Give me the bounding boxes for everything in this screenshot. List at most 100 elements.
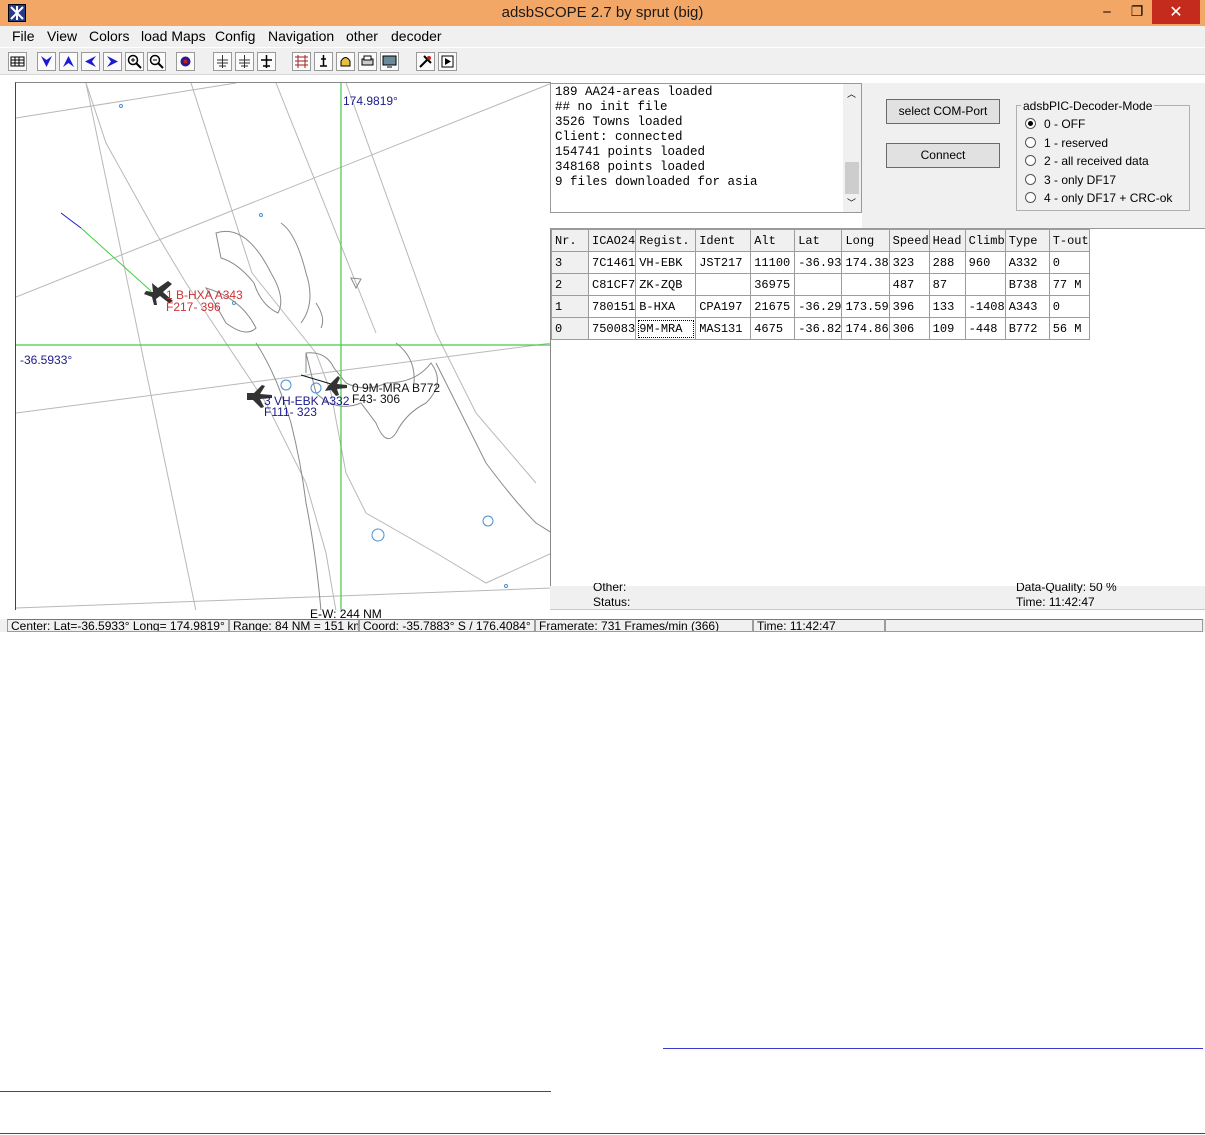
radio-selected-icon[interactable] <box>1025 118 1036 130</box>
cell[interactable]: VH-EBK <box>635 251 697 274</box>
cell[interactable]: 0 <box>1048 295 1090 318</box>
cell[interactable]: 173.59 <box>841 295 890 318</box>
col-head[interactable]: Head <box>928 229 966 252</box>
cell[interactable]: CPA197 <box>695 295 752 318</box>
col-ident[interactable]: Ident <box>695 229 752 252</box>
aircraft-filter-2-icon[interactable] <box>235 52 254 71</box>
menu-file[interactable]: File <box>12 28 35 44</box>
select-com-port-button[interactable]: select COM-Port <box>886 99 1000 124</box>
cell[interactable] <box>695 273 752 296</box>
cell[interactable]: A343 <box>1004 295 1050 318</box>
table-icon[interactable] <box>8 52 27 71</box>
radio-icon[interactable] <box>1025 155 1036 167</box>
col-alt[interactable]: Alt <box>750 229 796 252</box>
cell[interactable] <box>964 273 1006 296</box>
col-tout[interactable]: T-out <box>1048 229 1090 252</box>
cell[interactable]: ZK-ZQB <box>635 273 697 296</box>
col-speed[interactable]: Speed <box>888 229 930 252</box>
menu-navigation[interactable]: Navigation <box>268 28 334 44</box>
col-climb[interactable]: Climb <box>964 229 1006 252</box>
cell[interactable]: B-HXA <box>635 295 697 318</box>
screen-icon[interactable] <box>380 52 399 71</box>
cell[interactable]: 0 <box>1048 251 1090 274</box>
col-regist[interactable]: Regist. <box>635 229 697 252</box>
col-type[interactable]: Type <box>1004 229 1050 252</box>
mode-option-1[interactable]: 1 - reserved <box>1025 136 1108 150</box>
log-output[interactable]: 189 AA24-areas loaded ## no init file 35… <box>550 83 862 213</box>
zoom-in-icon[interactable] <box>125 52 144 71</box>
cell-selected[interactable]: 9M-MRA <box>635 317 697 340</box>
bell-icon[interactable] <box>336 52 355 71</box>
cell[interactable]: C81CF7 <box>587 273 637 296</box>
cell[interactable]: -448 <box>964 317 1006 340</box>
cell[interactable]: 306 <box>888 317 930 340</box>
radio-icon[interactable] <box>1025 192 1036 204</box>
cell[interactable]: 87 <box>928 273 966 296</box>
table-row[interactable]: 1 780151 B-HXA CPA197 21675 -36.29 173.5… <box>551 295 1090 318</box>
cell[interactable]: 7C1461 <box>587 251 637 274</box>
cell[interactable]: 780151 <box>587 295 637 318</box>
cell[interactable]: -36.29 <box>794 295 843 318</box>
cell[interactable] <box>794 273 843 296</box>
scroll-down-icon[interactable]: ﹀ <box>847 196 856 209</box>
cell[interactable]: 3 <box>551 251 589 274</box>
menu-colors[interactable]: Colors <box>89 28 129 44</box>
radio-icon[interactable] <box>1025 137 1036 149</box>
cell[interactable]: JST217 <box>695 251 752 274</box>
play-icon[interactable] <box>438 52 457 71</box>
cell[interactable]: MAS131 <box>695 317 752 340</box>
scroll-up-icon[interactable]: ︿ <box>847 87 856 100</box>
col-nr[interactable]: Nr. <box>551 229 589 252</box>
cell[interactable]: B738 <box>1004 273 1050 296</box>
cell[interactable]: 0 <box>551 317 589 340</box>
menu-view[interactable]: View <box>47 28 77 44</box>
cell[interactable]: 4675 <box>750 317 796 340</box>
cell[interactable]: 36975 <box>750 273 796 296</box>
cell[interactable]: 960 <box>964 251 1006 274</box>
cell[interactable]: -36.82 <box>794 317 843 340</box>
aircraft-filter-3-icon[interactable] <box>257 52 276 71</box>
mode-option-2[interactable]: 2 - all received data <box>1025 154 1149 168</box>
tools-icon[interactable] <box>416 52 435 71</box>
cell[interactable]: 174.38 <box>841 251 890 274</box>
mode-option-0[interactable]: 0 - OFF <box>1025 117 1085 131</box>
menu-decoder[interactable]: decoder <box>391 28 442 44</box>
cell[interactable]: 56 M <box>1048 317 1090 340</box>
cell[interactable]: 2 <box>551 273 589 296</box>
menu-load-maps[interactable]: load Maps <box>141 28 206 44</box>
radio-icon[interactable] <box>1025 174 1036 186</box>
tower-icon[interactable] <box>314 52 333 71</box>
table-row[interactable]: 2 C81CF7 ZK-ZQB 36975 487 87 B738 77 M <box>551 273 1090 296</box>
cell[interactable]: 21675 <box>750 295 796 318</box>
close-button[interactable]: ✕ <box>1152 0 1200 24</box>
aircraft-table[interactable]: Nr. ICAO24 Regist. Ident Alt Lat Long Sp… <box>551 229 1090 340</box>
cell[interactable]: 11100 <box>750 251 796 274</box>
maximize-button[interactable]: ❐ <box>1120 0 1154 24</box>
cell[interactable]: 396 <box>888 295 930 318</box>
table-row[interactable]: 3 7C1461 VH-EBK JST217 11100 -36.93 174.… <box>551 251 1090 274</box>
cell[interactable]: 109 <box>928 317 966 340</box>
cell[interactable]: 77 M <box>1048 273 1090 296</box>
col-lat[interactable]: Lat <box>794 229 843 252</box>
cell[interactable]: 288 <box>928 251 966 274</box>
scroll-thumb[interactable] <box>845 162 859 194</box>
center-dot-icon[interactable] <box>176 52 195 71</box>
cell[interactable]: 487 <box>888 273 930 296</box>
cell[interactable]: B772 <box>1004 317 1050 340</box>
cell[interactable]: -1408 <box>964 295 1006 318</box>
col-icao24[interactable]: ICAO24 <box>587 229 637 252</box>
arrow-left-icon[interactable] <box>81 52 100 71</box>
log-scrollbar[interactable]: ︿ ﹀ <box>843 84 861 212</box>
cell[interactable] <box>841 273 890 296</box>
printer-icon[interactable] <box>358 52 377 71</box>
menu-config[interactable]: Config <box>215 28 255 44</box>
arrow-right-icon[interactable] <box>103 52 122 71</box>
cell[interactable]: 323 <box>888 251 930 274</box>
arrow-up-icon[interactable] <box>59 52 78 71</box>
zoom-out-icon[interactable] <box>147 52 166 71</box>
col-long[interactable]: Long <box>841 229 890 252</box>
minimize-button[interactable]: ‒ <box>1090 0 1124 24</box>
cell[interactable]: 750083 <box>587 317 637 340</box>
cell[interactable]: 174.86 <box>841 317 890 340</box>
connect-button[interactable]: Connect <box>886 143 1000 168</box>
